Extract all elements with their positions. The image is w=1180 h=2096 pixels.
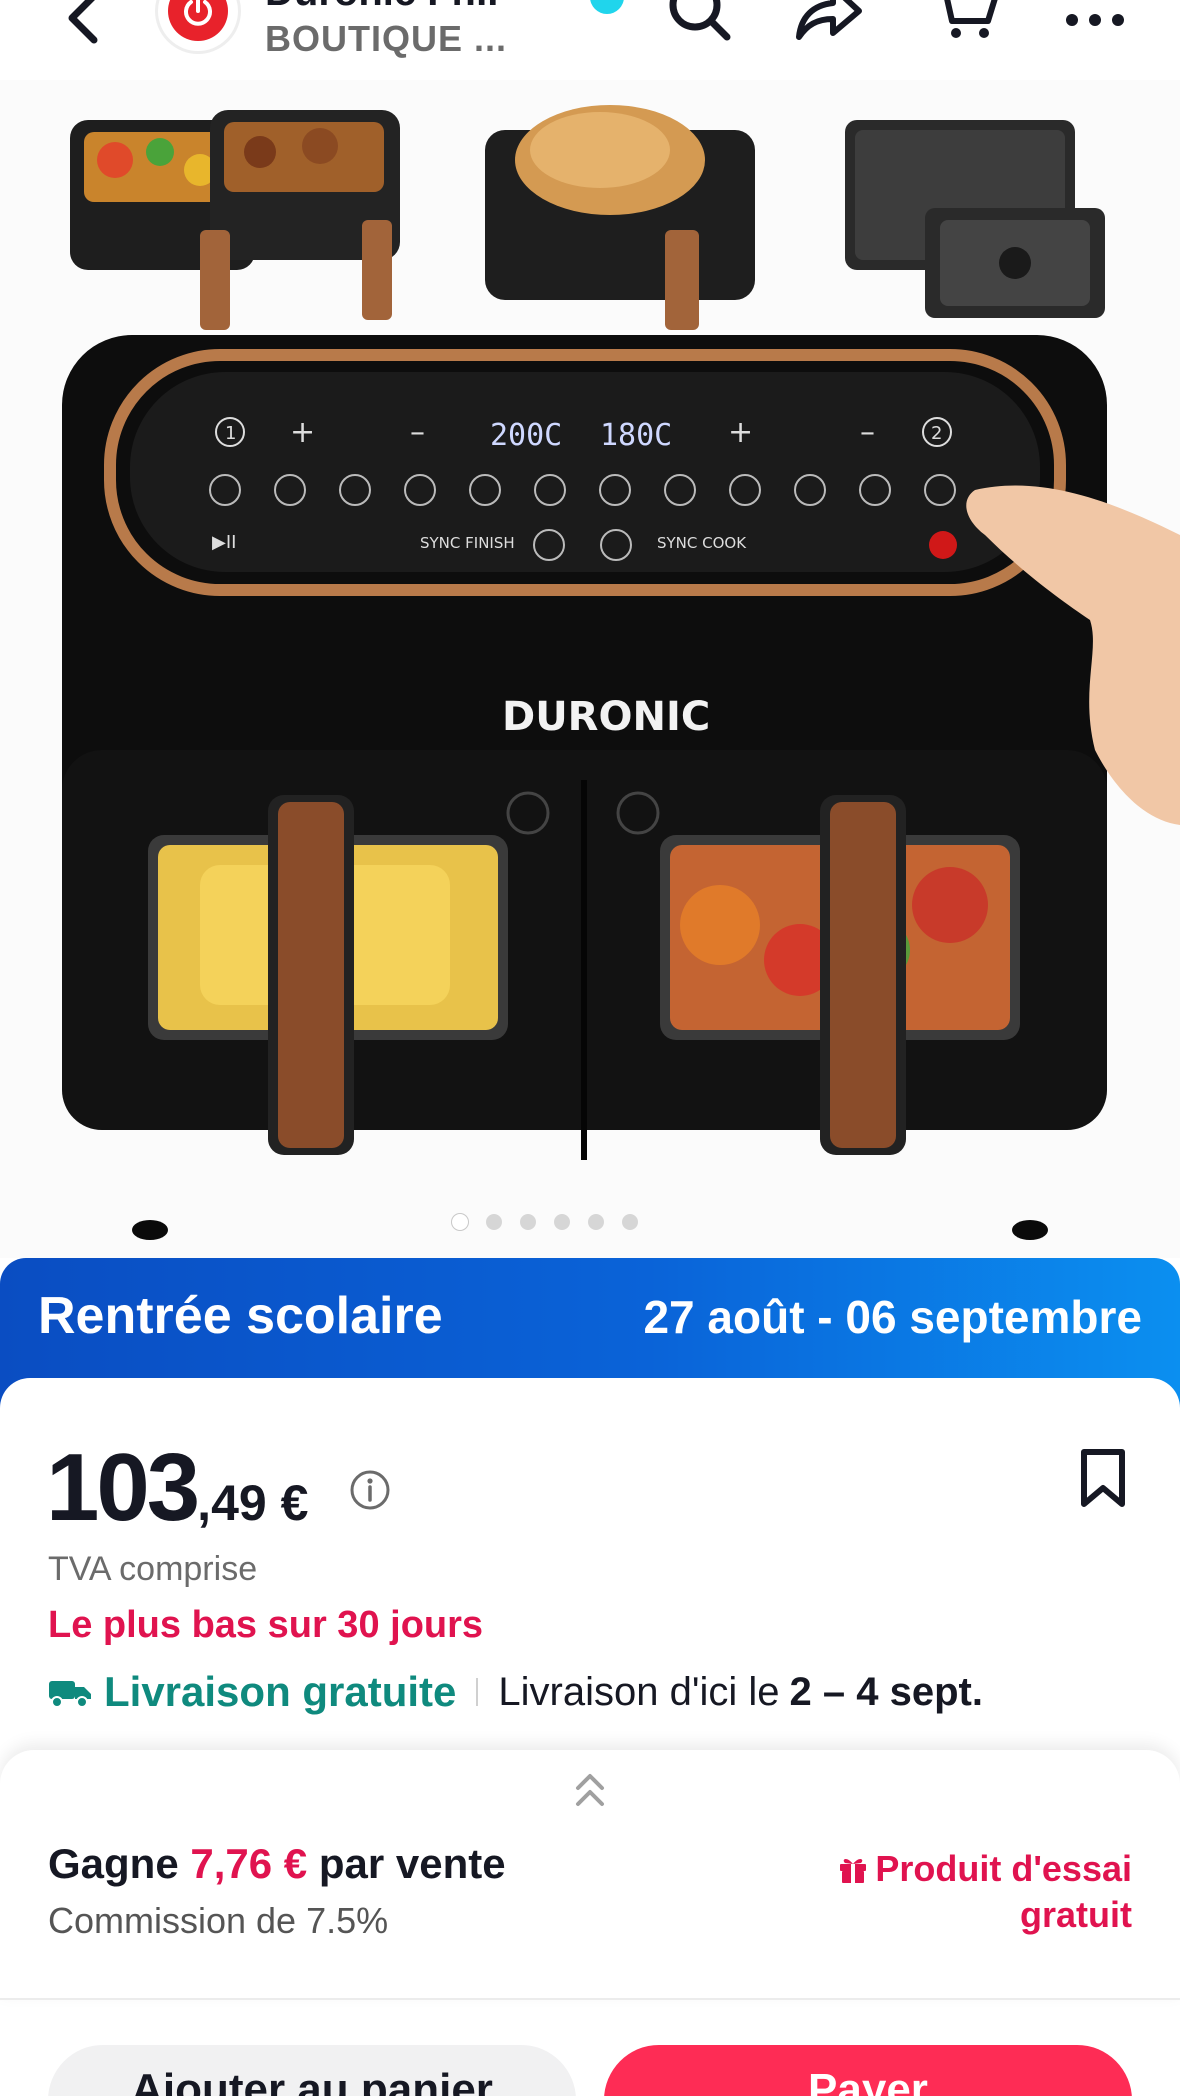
panel-temp-left: 200C bbox=[490, 418, 562, 453]
svg-text:+: + bbox=[290, 415, 315, 450]
pagination-dot[interactable] bbox=[486, 1214, 502, 1230]
info-icon bbox=[350, 1470, 390, 1510]
add-to-cart-label: Ajouter au panier bbox=[131, 2065, 493, 2096]
air-fryer-main: 1 2 + – + – 200C 180C ▶II SYNC FINISH SY… bbox=[62, 335, 1107, 1240]
price-decimal: ,49 € bbox=[197, 1475, 309, 1531]
panel-temp-right: 180C bbox=[600, 418, 672, 453]
earn-prefix: Gagne bbox=[48, 1840, 179, 1887]
svg-text:▶II: ▶II bbox=[212, 532, 236, 553]
free-shipping-label: Livraison gratuite bbox=[104, 1668, 457, 1715]
chicken-basket-thumbnail bbox=[485, 105, 755, 330]
svg-text:+: + bbox=[728, 415, 753, 450]
shop-subtitle[interactable]: BOUTIQUE ... bbox=[265, 18, 507, 60]
divider bbox=[476, 1678, 479, 1706]
promo-dates: 27 août - 06 septembre bbox=[643, 1291, 1142, 1343]
commission-rate: Commission de 7.5% bbox=[48, 1900, 389, 1941]
product-image: 1 2 + – + – 200C 180C ▶II SYNC FINISH SY… bbox=[0, 80, 1180, 1258]
price-integer: 103 bbox=[46, 1434, 200, 1541]
expand-panel-button[interactable] bbox=[572, 1768, 608, 1817]
promo-title: Rentrée scolaire bbox=[38, 1287, 443, 1345]
svg-text:–: – bbox=[860, 415, 875, 450]
pay-button[interactable]: Payer bbox=[604, 2045, 1132, 2096]
svg-text:1: 1 bbox=[225, 423, 236, 444]
more-button[interactable] bbox=[1055, 0, 1135, 50]
free-trial-product-link[interactable]: Produit d'essai gratuit bbox=[772, 1846, 1132, 1938]
gallery-pagination bbox=[0, 1214, 1180, 1230]
price-card: 103 ,49 € TVA comprise Le plus bas sur 3… bbox=[0, 1378, 1180, 1758]
search-button[interactable] bbox=[660, 0, 740, 50]
delivery-row[interactable]: Livraison gratuite Livraison d'ici le 2 … bbox=[48, 1668, 983, 1716]
pagination-dot[interactable] bbox=[588, 1214, 604, 1230]
back-icon bbox=[68, 0, 98, 44]
cart-icon bbox=[944, 0, 998, 38]
more-icon bbox=[1066, 14, 1124, 26]
affiliate-panel: Gagne 7,76 € par vente Commission de 7.5… bbox=[0, 1750, 1180, 2000]
panel-sync-cook: SYNC COOK bbox=[657, 534, 747, 552]
power-icon bbox=[184, 0, 212, 26]
bookmark-button[interactable] bbox=[1078, 1448, 1128, 1513]
back-button[interactable] bbox=[52, 0, 112, 58]
earn-suffix: par vente bbox=[318, 1840, 506, 1887]
earnings-text: Gagne 7,76 € par vente bbox=[48, 1840, 506, 1888]
gift-icon bbox=[840, 1858, 867, 1883]
price: 103 ,49 € bbox=[46, 1433, 308, 1543]
add-to-cart-button[interactable]: Ajouter au panier bbox=[48, 2045, 576, 2096]
shop-logo[interactable] bbox=[155, 0, 241, 54]
delivery-text: Livraison d'ici le bbox=[498, 1669, 780, 1714]
brand-label: DURONIC bbox=[502, 694, 710, 740]
bookmark-icon bbox=[1081, 1449, 1125, 1507]
panel-divider bbox=[0, 1998, 1180, 2000]
pagination-dot[interactable] bbox=[622, 1214, 638, 1230]
product-image-gallery[interactable]: 1 2 + – + – 200C 180C ▶II SYNC FINISH SY… bbox=[0, 80, 1180, 1258]
svg-text:–: – bbox=[410, 415, 425, 450]
svg-text:2: 2 bbox=[931, 423, 942, 444]
shop-name[interactable]: Duronic Fr... bbox=[265, 0, 498, 15]
cart-button[interactable] bbox=[925, 0, 1005, 50]
share-icon bbox=[796, 0, 862, 40]
lowest-price-note: Le plus bas sur 30 jours bbox=[48, 1604, 484, 1646]
free-trial-label: Produit d'essai gratuit bbox=[875, 1848, 1132, 1935]
pagination-dot-active[interactable] bbox=[452, 1214, 468, 1230]
panel-sync-finish: SYNC FINISH bbox=[420, 534, 515, 552]
price-info-button[interactable] bbox=[348, 1468, 392, 1517]
earn-amount: 7,76 € bbox=[190, 1840, 308, 1887]
search-icon bbox=[669, 0, 731, 41]
verified-badge-icon bbox=[590, 0, 624, 14]
delivery-dates: 2 – 4 sept. bbox=[789, 1669, 983, 1714]
top-bar: Duronic Fr... BOUTIQUE ... bbox=[0, 0, 1180, 80]
tax-note: TVA comprise bbox=[48, 1550, 258, 1588]
pay-label: Payer bbox=[808, 2065, 928, 2096]
pagination-dot[interactable] bbox=[520, 1214, 536, 1230]
pagination-dot[interactable] bbox=[554, 1214, 570, 1230]
share-button[interactable] bbox=[790, 0, 870, 50]
double-chevron-up-icon bbox=[576, 1774, 604, 1806]
truck-icon bbox=[49, 1681, 91, 1708]
